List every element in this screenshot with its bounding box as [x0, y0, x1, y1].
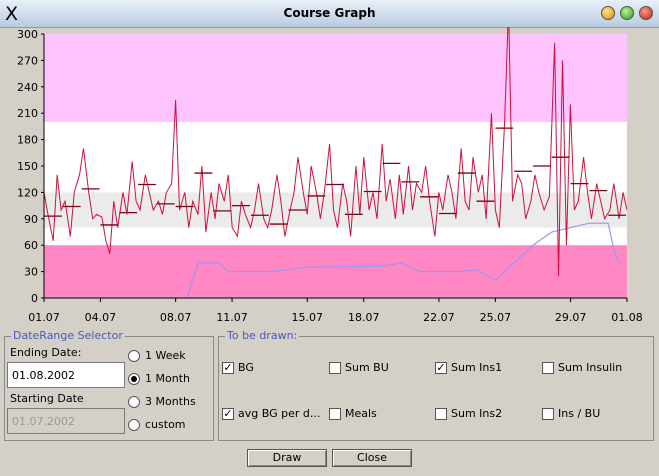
ending-date-field[interactable]: [7, 362, 125, 388]
x-tick-label: 01.08: [611, 311, 643, 324]
starting-date-field[interactable]: [7, 408, 125, 434]
range-band-2: [44, 245, 627, 298]
x-tick-label: 15.07: [292, 311, 324, 324]
range-radio-label: 3 Months: [145, 395, 196, 408]
x-tick-label: 22.07: [423, 311, 455, 324]
draw-checkbox-label: Sum BU: [345, 361, 389, 374]
to-be-drawn-group: To be drawn:: [218, 329, 654, 441]
draw-checkbox-6[interactable]: [435, 408, 447, 420]
y-tick-label: 150: [17, 160, 38, 173]
date-range-legend: DateRange Selector: [11, 329, 125, 342]
draw-checkbox-label: Sum Ins1: [451, 361, 503, 374]
starting-date-label: Starting Date: [10, 392, 84, 405]
y-tick-label: 90: [24, 213, 38, 226]
draw-checkbox-label: Meals: [345, 407, 377, 420]
to-be-drawn-legend: To be drawn:: [225, 329, 300, 342]
y-tick-label: 60: [24, 239, 38, 252]
y-tick-label: 0: [31, 292, 38, 305]
close-button[interactable]: Close: [332, 449, 412, 467]
x-tick-label: 08.07: [160, 311, 192, 324]
range-radio-3[interactable]: [128, 419, 140, 431]
title-bar: X Course Graph: [0, 0, 659, 28]
draw-checkbox-label: avg BG per d...: [238, 407, 321, 420]
minimize-button[interactable]: [601, 6, 615, 20]
draw-checkbox-label: Ins / BU: [558, 407, 601, 420]
x-tick-label: 11.07: [216, 311, 248, 324]
x-tick-label: 29.07: [555, 311, 587, 324]
window-title: Course Graph: [283, 6, 376, 20]
x-tick-label: 25.07: [480, 311, 512, 324]
range-band-1: [44, 192, 627, 228]
range-radio-2[interactable]: [128, 396, 140, 408]
maximize-button[interactable]: [620, 6, 634, 20]
draw-checkbox-label: BG: [238, 361, 254, 374]
range-radio-1[interactable]: [128, 373, 140, 385]
draw-checkbox-label: Sum Ins2: [451, 407, 503, 420]
range-radio-label: 1 Week: [145, 349, 186, 362]
range-radio-label: 1 Month: [145, 372, 190, 385]
y-tick-label: 270: [17, 54, 38, 67]
y-tick-label: 240: [17, 81, 38, 94]
draw-checkbox-7[interactable]: [542, 408, 554, 420]
range-radio-0[interactable]: [128, 350, 140, 362]
range-band-0: [44, 34, 627, 122]
draw-checkbox-5[interactable]: [329, 408, 341, 420]
x-tick-label: 04.07: [85, 311, 117, 324]
y-tick-label: 180: [17, 134, 38, 147]
x-tick-label: 01.07: [28, 311, 60, 324]
draw-button[interactable]: Draw: [247, 449, 327, 467]
y-tick-label: 30: [24, 266, 38, 279]
draw-checkbox-4[interactable]: ✓: [222, 408, 234, 420]
x-tick-label: 18.07: [348, 311, 380, 324]
draw-checkbox-0[interactable]: ✓: [222, 362, 234, 374]
range-radio-label: custom: [145, 418, 186, 431]
y-tick-label: 210: [17, 107, 38, 120]
draw-checkbox-2[interactable]: ✓: [435, 362, 447, 374]
course-graph-chart: 0 30 60 90 120 150 180 210 240 270 300 01.07 04.07 08…: [17, 27, 643, 324]
close-window-button[interactable]: [639, 6, 653, 20]
draw-checkbox-3[interactable]: [542, 362, 554, 374]
y-tick-label: 300: [17, 28, 38, 41]
ending-date-label: Ending Date:: [10, 346, 82, 359]
draw-checkbox-label: Sum Insulin: [558, 361, 623, 374]
y-tick-label: 120: [17, 186, 38, 199]
draw-checkbox-1[interactable]: [329, 362, 341, 374]
